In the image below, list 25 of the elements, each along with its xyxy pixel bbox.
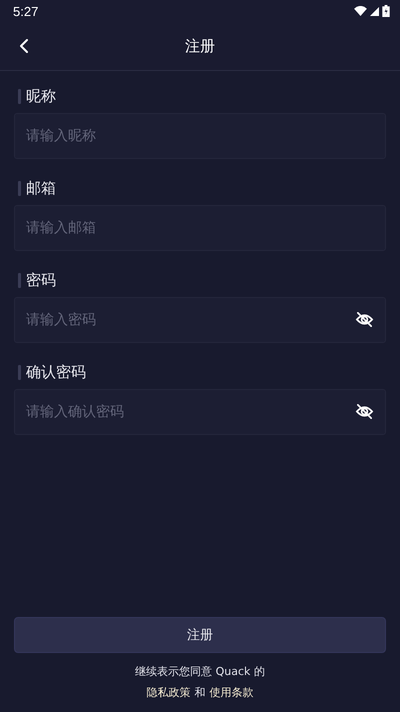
field-label: 邮箱 [26, 178, 56, 198]
register-button[interactable]: 注册 [14, 617, 386, 653]
eye-slash-icon[interactable] [355, 402, 374, 421]
field-label: 密码 [26, 270, 56, 290]
privacy-link[interactable]: 隐私政策 [146, 685, 190, 700]
signal-icon [370, 6, 379, 16]
input-field[interactable]: 请输入邮箱 [14, 205, 386, 251]
terms-link[interactable]: 使用条款 [210, 685, 254, 700]
battery-icon [382, 5, 390, 17]
terms-text: 继续表示您同意 Quack 的 [135, 664, 265, 679]
label-accent-bar [18, 180, 21, 196]
back-icon [19, 38, 29, 54]
field-label: 确认密码 [26, 362, 86, 382]
terms-joiner: 和 [194, 685, 206, 700]
label-accent-bar [18, 88, 21, 104]
status-time: 5:27 [13, 4, 38, 18]
input-field[interactable]: 请输入昵称 [14, 113, 386, 159]
field-label: 昵称 [26, 86, 56, 106]
wifi-icon [354, 6, 367, 16]
input-field[interactable]: 请输入确认密码 [14, 389, 386, 435]
label-accent-bar [18, 364, 21, 380]
eye-slash-icon[interactable] [355, 310, 374, 329]
input-field[interactable]: 请输入密码 [14, 297, 386, 343]
label-accent-bar [18, 272, 21, 288]
page-title: 注册 [184, 36, 216, 56]
